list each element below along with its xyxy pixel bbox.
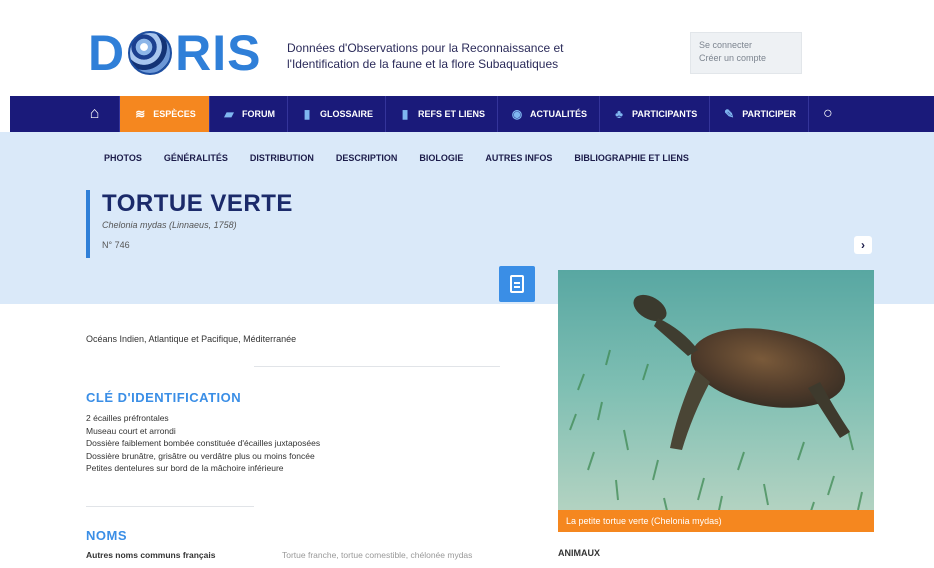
nav-glossaire-label: GLOSSAIRE xyxy=(320,109,374,119)
id-item: Museau court et arrondi xyxy=(86,425,176,436)
identification-list: 2 écailles préfrontales Museau court et … xyxy=(86,412,320,475)
news-icon: ◉ xyxy=(511,107,523,121)
nav-home[interactable]: ⌂ xyxy=(70,96,120,132)
subnav-bibliographie[interactable]: BIBLIOGRAPHIE ET LIENS xyxy=(574,153,689,163)
subnav-distribution[interactable]: DISTRIBUTION xyxy=(250,153,314,163)
chat-icon: ▰ xyxy=(224,107,234,121)
search-icon: ○ xyxy=(823,105,833,122)
nav-participants[interactable]: ♣ PARTICIPANTS xyxy=(600,96,711,132)
id-item: Dossière brunâtre, grisâtre ou verdâtre … xyxy=(86,450,315,461)
species-subnav: PHOTOS GÉNÉRALITÉS DISTRIBUTION DESCRIPT… xyxy=(104,153,711,163)
fish-icon: ≋ xyxy=(135,107,146,121)
logo-letters-ris: RIS xyxy=(175,25,262,81)
scientific-name: Chelonia mydas (Linnaeus, 1758) xyxy=(102,220,237,230)
nav-forum[interactable]: ▰ FORUM xyxy=(210,96,288,132)
login-box: Se connecter Créer un compte xyxy=(690,32,802,74)
nav-refs-label: REFS ET LIENS xyxy=(418,109,486,119)
cle-identification-heading: CLÉ D'IDENTIFICATION xyxy=(86,390,242,405)
bookmark-icon: ▮ xyxy=(401,107,409,121)
turtle-photo-image xyxy=(558,270,874,532)
species-photo[interactable] xyxy=(558,270,874,532)
nav-participer[interactable]: ✎ PARTICIPER xyxy=(710,96,810,132)
subnav-description[interactable]: DESCRIPTION xyxy=(336,153,398,163)
nav-actualites[interactable]: ◉ ACTUALITÉS xyxy=(498,96,601,132)
nav-actualites-label: ACTUALITÉS xyxy=(530,109,588,119)
nav-participants-label: PARTICIPANTS xyxy=(632,109,698,119)
nav-participer-label: PARTICIPER xyxy=(742,109,797,119)
next-species-button[interactable]: › xyxy=(854,236,872,254)
subnav-biologie[interactable]: BIOLOGIE xyxy=(419,153,463,163)
nav-glossaire[interactable]: ▮ GLOSSAIRE xyxy=(288,96,387,132)
id-item: 2 écailles préfrontales xyxy=(86,413,169,423)
tagline-line-2: l'Identification de la faune et la flore… xyxy=(287,57,559,71)
other-names-value: Tortue franche, tortue comestible, chélo… xyxy=(282,550,473,560)
subnav-photos[interactable]: PHOTOS xyxy=(104,153,142,163)
nav-especes[interactable]: ≋ ESPÈCES xyxy=(120,96,210,132)
id-item: Petites dentelures sur bord de la mâchoi… xyxy=(86,463,284,473)
nav-especes-label: ESPÈCES xyxy=(153,109,196,119)
users-icon: ♣ xyxy=(615,107,623,121)
print-sheet-button[interactable] xyxy=(499,266,535,302)
logo-globe-icon xyxy=(128,31,173,75)
subnav-generalites[interactable]: GÉNÉRALITÉS xyxy=(164,153,228,163)
nav-forum-label: FORUM xyxy=(242,109,275,119)
distribution-summary: Océans Indien, Atlantique et Pacifique, … xyxy=(86,334,297,344)
photo-caption: La petite tortue verte (Chelonia mydas) xyxy=(558,510,874,532)
divider xyxy=(86,506,254,507)
nav-refs[interactable]: ▮ REFS ET LIENS xyxy=(386,96,499,132)
subnav-autres-infos[interactable]: AUTRES INFOS xyxy=(485,153,552,163)
main-nav: ⌂ ≋ ESPÈCES ▰ FORUM ▮ GLOSSAIRE ▮ REFS E… xyxy=(10,96,934,132)
nav-search[interactable]: ○ xyxy=(809,96,847,132)
noms-heading: NOMS xyxy=(86,528,127,543)
chevron-right-icon: › xyxy=(861,238,865,252)
book-icon: ▮ xyxy=(303,107,311,121)
pencil-icon: ✎ xyxy=(724,107,735,121)
species-title-block: TORTUE VERTE Chelonia mydas (Linnaeus, 1… xyxy=(86,190,386,258)
page: D RIS Données d'Observations pour la Rec… xyxy=(0,0,934,568)
tagline-line-1: Données d'Observations pour la Reconnais… xyxy=(287,41,564,55)
site-header: D RIS Données d'Observations pour la Rec… xyxy=(0,0,934,96)
logo-letter-d: D xyxy=(88,25,126,81)
site-tagline: Données d'Observations pour la Reconnais… xyxy=(287,40,563,72)
doris-logo[interactable]: D RIS xyxy=(88,24,261,82)
animaux-label: ANIMAUX xyxy=(558,548,600,558)
login-link[interactable]: Se connecter xyxy=(699,39,793,52)
register-link[interactable]: Créer un compte xyxy=(699,52,793,65)
document-icon xyxy=(510,275,524,293)
species-title: TORTUE VERTE xyxy=(102,190,293,217)
other-names-label: Autres noms communs français xyxy=(86,550,216,560)
home-icon: ⌂ xyxy=(89,105,100,122)
species-number: N° 746 xyxy=(102,240,130,250)
id-item: Dossière faiblement bombée constituée d'… xyxy=(86,438,321,448)
divider xyxy=(254,366,500,367)
